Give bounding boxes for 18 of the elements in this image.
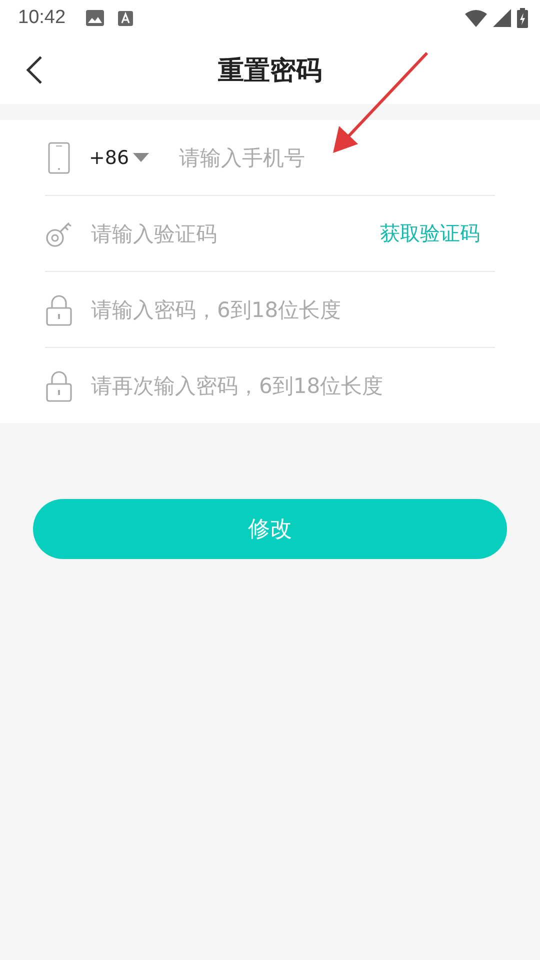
status-time: 10:42 [18, 7, 66, 29]
signal-icon [493, 9, 511, 27]
caret-icon[interactable] [133, 153, 150, 162]
password-input-field[interactable]: 请输入密码，6到18位长度 [91, 298, 495, 322]
lock-icon [45, 370, 73, 402]
battery-icon [517, 8, 528, 28]
image-icon [86, 10, 104, 26]
submit-button[interactable]: 修改 [33, 499, 507, 559]
country-code[interactable]: +86 [89, 146, 130, 168]
lock-icon [45, 294, 73, 326]
font-icon [118, 10, 133, 26]
password-input-field[interactable]: 请再次输入密码，6到18位长度 [91, 374, 495, 398]
key-icon [45, 220, 73, 248]
wifi-icon [465, 10, 487, 26]
phone-input-field[interactable]: 请输入手机号 [179, 146, 495, 170]
get-code-link[interactable]: 获取验证码 [380, 220, 480, 247]
page-title: 重置密码 [218, 54, 322, 88]
code-input-field[interactable]: 请输入验证码 [91, 222, 380, 246]
